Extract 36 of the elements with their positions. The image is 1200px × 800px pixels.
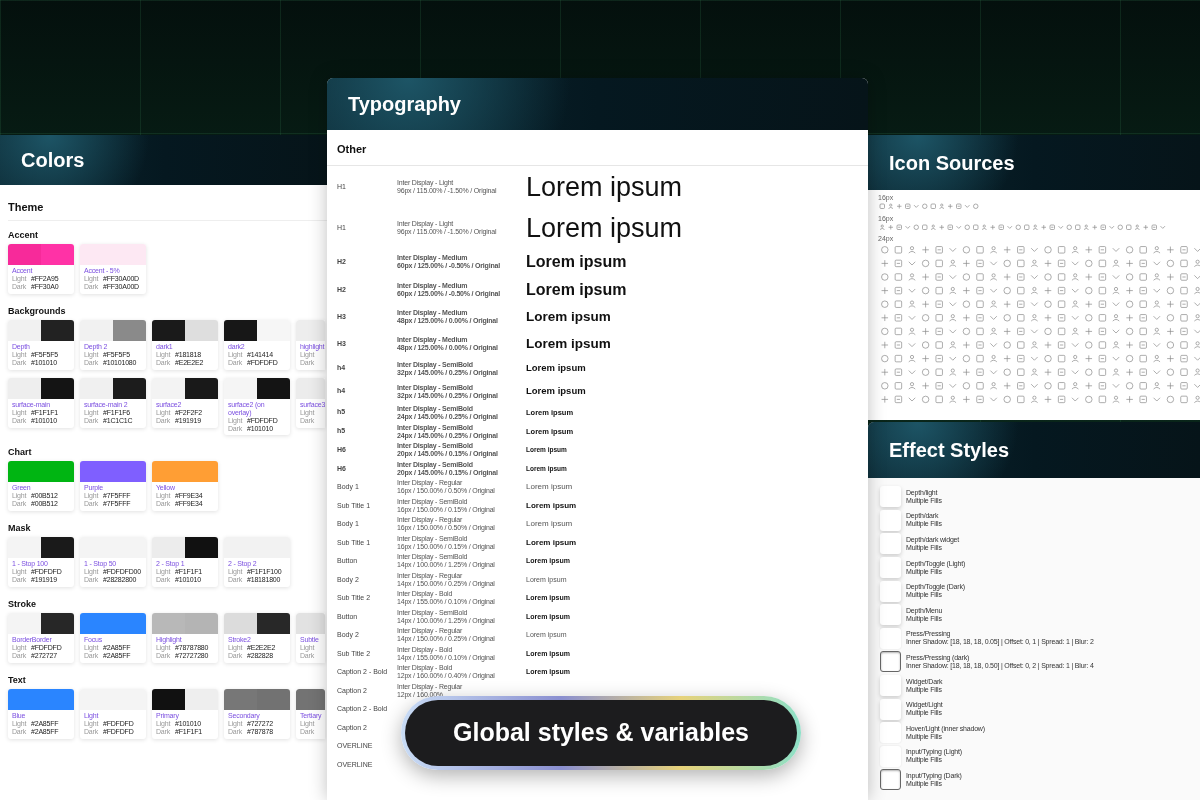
effect-preview [880, 557, 901, 579]
title-banner: Global styles & variables [405, 700, 797, 766]
type-sample: Lorem ipsum [526, 171, 683, 204]
type-sample: Lorem ipsum [526, 384, 586, 399]
type-sample: Lorem ipsum [526, 308, 611, 327]
panel-title: Colors [21, 148, 85, 173]
effect-preview [880, 580, 901, 602]
group-heading: Text [8, 674, 27, 685]
type-sample: Lorem ipsum [526, 334, 611, 353]
type-sample: Lorem ipsum [526, 280, 627, 300]
effect-preview [880, 509, 901, 531]
section-heading: Other [337, 143, 367, 155]
effect-preview [880, 722, 901, 744]
group-heading: Mask [8, 522, 32, 533]
effect-preview [880, 486, 901, 508]
panel-title: Typography [348, 92, 461, 117]
effect-preview [880, 698, 901, 720]
effect-preview [880, 604, 901, 626]
type-sample: Lorem ipsum [526, 518, 573, 531]
group-heading: Accent [8, 229, 39, 240]
group-heading: Chart [8, 446, 33, 457]
panel-title: Icon Sources [889, 150, 1015, 176]
group-heading: Backgrounds [8, 305, 67, 316]
effect-preview [880, 675, 901, 697]
type-sample: Lorem ipsum [526, 536, 577, 549]
type-sample: Lorem ipsum [526, 499, 577, 512]
effect-preview [880, 533, 901, 555]
effect-preview [880, 651, 901, 673]
effect-preview [880, 627, 901, 649]
type-sample: Lorem ipsum [526, 481, 573, 494]
effect-preview [880, 769, 901, 791]
panel-title: Effect Styles [889, 438, 1010, 463]
type-sample: Lorem ipsum [526, 361, 586, 376]
type-sample: Lorem ipsum [526, 252, 627, 272]
type-sample: Lorem ipsum [526, 211, 683, 245]
group-heading: Stroke [8, 598, 37, 609]
